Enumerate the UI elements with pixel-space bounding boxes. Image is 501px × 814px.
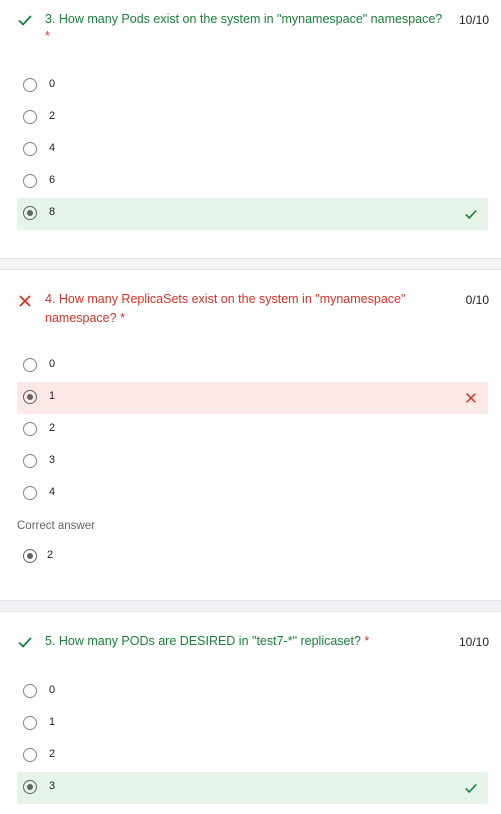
option-label: 4: [49, 142, 56, 154]
option-label: 2: [49, 748, 56, 760]
required-asterisk: *: [45, 29, 50, 43]
option-row[interactable]: 0: [17, 676, 488, 708]
question-points-4: 0/10: [465, 293, 489, 307]
option-label: 6: [49, 174, 56, 186]
radio-button[interactable]: [23, 174, 37, 188]
question-card-4: 4. How many ReplicaSets exist on the sys…: [0, 270, 501, 600]
cross-icon: [466, 393, 476, 403]
question-title-3: 3. How many Pods exist on the system in …: [45, 12, 443, 26]
radio-button-selected: [23, 549, 37, 563]
radio-button[interactable]: [23, 684, 37, 698]
option-row[interactable]: 0: [17, 70, 488, 102]
option-row-selected-correct[interactable]: 8: [17, 198, 488, 230]
card-separator: [0, 600, 501, 612]
correct-answer-row: 2: [17, 541, 488, 573]
option-label: 0: [49, 78, 56, 90]
option-row-selected-incorrect[interactable]: 1: [17, 382, 488, 414]
option-row[interactable]: 2: [17, 102, 488, 134]
option-label: 2: [47, 549, 54, 561]
question-card-3: 3. How many Pods exist on the system in …: [0, 0, 501, 258]
radio-button[interactable]: [23, 716, 37, 730]
radio-button[interactable]: [23, 422, 37, 436]
option-row[interactable]: 0: [17, 350, 488, 382]
radio-button-selected[interactable]: [23, 390, 37, 404]
check-icon: [465, 209, 477, 220]
radio-button[interactable]: [23, 454, 37, 468]
question-header-5: 5. How many PODs are DESIRED in "test7-*…: [17, 632, 489, 656]
question-points-3: 10/10: [458, 13, 489, 27]
option-row[interactable]: 2: [17, 740, 488, 772]
option-row-selected-correct[interactable]: 3: [17, 772, 488, 804]
question-title-5: 5. How many PODs are DESIRED in "test7-*…: [45, 634, 370, 648]
radio-button[interactable]: [23, 110, 37, 124]
option-row[interactable]: 4: [17, 134, 488, 166]
question-points-5: 10/10: [458, 635, 489, 649]
option-label: 0: [49, 684, 56, 696]
radio-button-selected[interactable]: [23, 780, 37, 794]
radio-button[interactable]: [23, 78, 37, 92]
option-row[interactable]: 4: [17, 478, 488, 510]
question-card-5: 5. How many PODs are DESIRED in "test7-*…: [0, 612, 501, 814]
option-label: 3: [49, 780, 56, 792]
radio-button[interactable]: [23, 486, 37, 500]
cross-icon: [19, 295, 31, 307]
option-label: 3: [49, 454, 56, 466]
question-title-4: 4. How many ReplicaSets exist on the sys…: [45, 292, 406, 325]
question-header-4: 4. How many ReplicaSets exist on the sys…: [17, 290, 489, 330]
option-row[interactable]: 2: [17, 414, 488, 446]
option-label: 0: [49, 358, 56, 370]
option-label: 2: [49, 422, 56, 434]
radio-button[interactable]: [23, 748, 37, 762]
option-label: 8: [49, 206, 56, 218]
card-separator: [0, 258, 501, 270]
option-label: 4: [49, 486, 56, 498]
check-icon: [18, 15, 32, 26]
radio-button[interactable]: [23, 142, 37, 156]
option-row[interactable]: 6: [17, 166, 488, 198]
option-label: 1: [49, 716, 56, 728]
check-icon: [18, 637, 32, 648]
option-label: 2: [49, 110, 56, 122]
correct-answer-label: Correct answer: [17, 520, 95, 532]
option-label: 1: [49, 390, 56, 402]
radio-button[interactable]: [23, 358, 37, 372]
check-icon: [465, 783, 477, 794]
question-header-3: 3. How many Pods exist on the system in …: [17, 10, 489, 50]
option-row[interactable]: 3: [17, 446, 488, 478]
option-row[interactable]: 1: [17, 708, 488, 740]
radio-button-selected[interactable]: [23, 206, 37, 220]
